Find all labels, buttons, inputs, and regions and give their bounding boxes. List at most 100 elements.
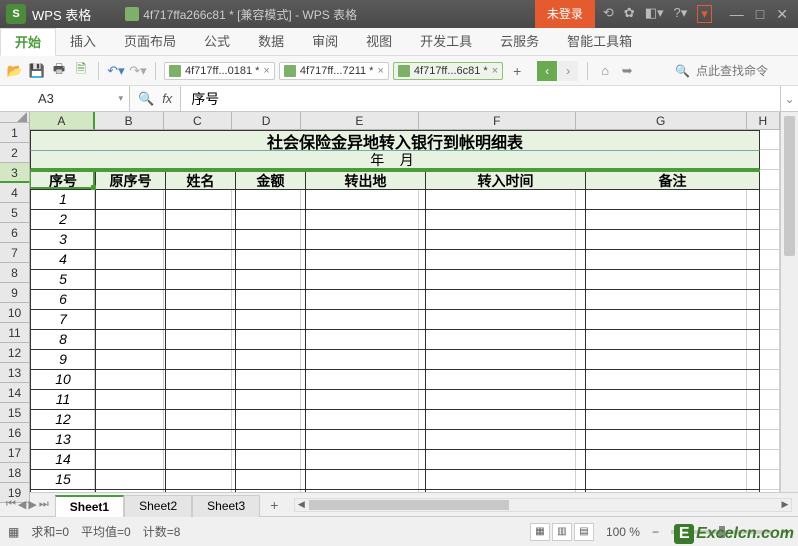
row-header-1[interactable]: 1 [0, 123, 30, 143]
table-cell[interactable] [236, 410, 306, 430]
open-icon[interactable]: 📂 [6, 62, 24, 80]
table-cell[interactable]: 15 [30, 470, 96, 490]
login-button[interactable]: 未登录 [535, 0, 595, 28]
menu-tab-6[interactable]: 视图 [352, 28, 406, 55]
horizontal-scrollbar[interactable]: ◀ ▶ [294, 498, 792, 512]
menu-tab-1[interactable]: 插入 [56, 28, 110, 55]
table-cell[interactable] [166, 290, 236, 310]
table-cell[interactable] [306, 430, 426, 450]
table-cell[interactable]: 3 [30, 230, 96, 250]
row-header-16[interactable]: 16 [0, 423, 30, 443]
table-cell[interactable] [96, 370, 166, 390]
table-cell[interactable] [306, 230, 426, 250]
table-cell[interactable] [586, 330, 760, 350]
document-tab[interactable]: 4f717ff...6c81 *× [393, 62, 503, 80]
table-cell[interactable]: 6 [30, 290, 96, 310]
table-cell[interactable] [166, 350, 236, 370]
table-cell[interactable] [166, 410, 236, 430]
col-header-E[interactable]: E [301, 112, 419, 130]
menu-tab-7[interactable]: 开发工具 [406, 28, 486, 55]
row-header-3[interactable]: 3 [0, 163, 30, 183]
table-cell[interactable] [586, 370, 760, 390]
table-cell[interactable] [306, 250, 426, 270]
table-cell[interactable] [236, 450, 306, 470]
settings-icon[interactable]: ✿ [624, 5, 635, 23]
table-cell[interactable] [426, 430, 586, 450]
table-cell[interactable] [426, 310, 586, 330]
close-tab-icon[interactable]: × [263, 65, 269, 77]
sheet-prev-icon[interactable]: ◀ [18, 498, 26, 511]
row-header-5[interactable]: 5 [0, 203, 30, 223]
table-cell[interactable] [586, 390, 760, 410]
save-icon[interactable]: 💾 [28, 62, 46, 80]
maximize-button[interactable]: □ [756, 6, 764, 23]
table-cell[interactable] [166, 390, 236, 410]
table-cell[interactable] [586, 470, 760, 490]
menu-tab-8[interactable]: 云服务 [486, 28, 553, 55]
normal-view-button[interactable]: ▦ [530, 523, 550, 541]
col-header-C[interactable]: C [164, 112, 233, 130]
table-cell[interactable] [426, 410, 586, 430]
table-cell[interactable] [96, 210, 166, 230]
find-icon[interactable]: ➥ [618, 62, 636, 80]
row-header-13[interactable]: 13 [0, 363, 30, 383]
row-header-10[interactable]: 10 [0, 303, 30, 323]
table-cell[interactable] [306, 210, 426, 230]
stats-icon[interactable]: ▦ [8, 525, 19, 539]
table-cell[interactable] [306, 450, 426, 470]
table-cell[interactable]: 16 [30, 490, 96, 492]
tab-prev-button[interactable]: ‹ [537, 61, 557, 81]
table-cell[interactable] [236, 310, 306, 330]
table-cell[interactable] [166, 270, 236, 290]
table-cell[interactable] [96, 330, 166, 350]
table-cell[interactable] [586, 190, 760, 210]
sheet-last-icon[interactable]: ⏭ [39, 498, 49, 511]
table-cell[interactable] [306, 270, 426, 290]
table-cell[interactable] [306, 390, 426, 410]
table-cell[interactable] [236, 430, 306, 450]
col-header-A[interactable]: A [30, 112, 95, 130]
table-cell[interactable] [166, 330, 236, 350]
table-cell[interactable]: 11 [30, 390, 96, 410]
menu-tab-9[interactable]: 智能工具箱 [553, 28, 646, 55]
table-cell[interactable] [236, 290, 306, 310]
row-header-14[interactable]: 14 [0, 383, 30, 403]
table-cell[interactable] [306, 470, 426, 490]
table-cell[interactable] [96, 390, 166, 410]
menu-tab-4[interactable]: 数据 [244, 28, 298, 55]
table-cell[interactable] [306, 410, 426, 430]
table-cell[interactable] [426, 190, 586, 210]
document-tab[interactable]: 4f717ff...7211 *× [279, 62, 389, 80]
table-cell[interactable]: 13 [30, 430, 96, 450]
table-cell[interactable] [426, 490, 586, 492]
table-cell[interactable] [236, 210, 306, 230]
menu-tab-5[interactable]: 审阅 [298, 28, 352, 55]
undo-icon[interactable]: ↶▾ [107, 62, 125, 80]
print-icon[interactable]: 🖶 [50, 62, 68, 80]
table-cell[interactable] [166, 470, 236, 490]
sheet-tab[interactable]: Sheet2 [124, 495, 192, 517]
table-cell[interactable]: 14 [30, 450, 96, 470]
table-cell[interactable] [96, 230, 166, 250]
table-cell[interactable] [96, 410, 166, 430]
row-header-15[interactable]: 15 [0, 403, 30, 423]
col-header-B[interactable]: B [95, 112, 164, 130]
new-doc-tab[interactable]: + [507, 63, 527, 79]
table-cell[interactable]: 5 [30, 270, 96, 290]
table-cell[interactable] [426, 230, 586, 250]
table-cell[interactable] [236, 250, 306, 270]
formula-input[interactable]: 序号 [181, 86, 780, 111]
row-header-12[interactable]: 12 [0, 343, 30, 363]
table-cell[interactable]: 1 [30, 190, 96, 210]
name-box[interactable]: A3 [0, 86, 130, 111]
sheet-tab[interactable]: Sheet3 [192, 495, 260, 517]
fx-icon[interactable]: fx [162, 91, 172, 106]
table-cell[interactable] [236, 330, 306, 350]
row-header-11[interactable]: 11 [0, 323, 30, 343]
table-cell[interactable] [586, 210, 760, 230]
table-cell[interactable] [306, 310, 426, 330]
table-cell[interactable] [586, 430, 760, 450]
table-cell[interactable] [586, 410, 760, 430]
table-cell[interactable] [306, 290, 426, 310]
table-cell[interactable] [426, 270, 586, 290]
